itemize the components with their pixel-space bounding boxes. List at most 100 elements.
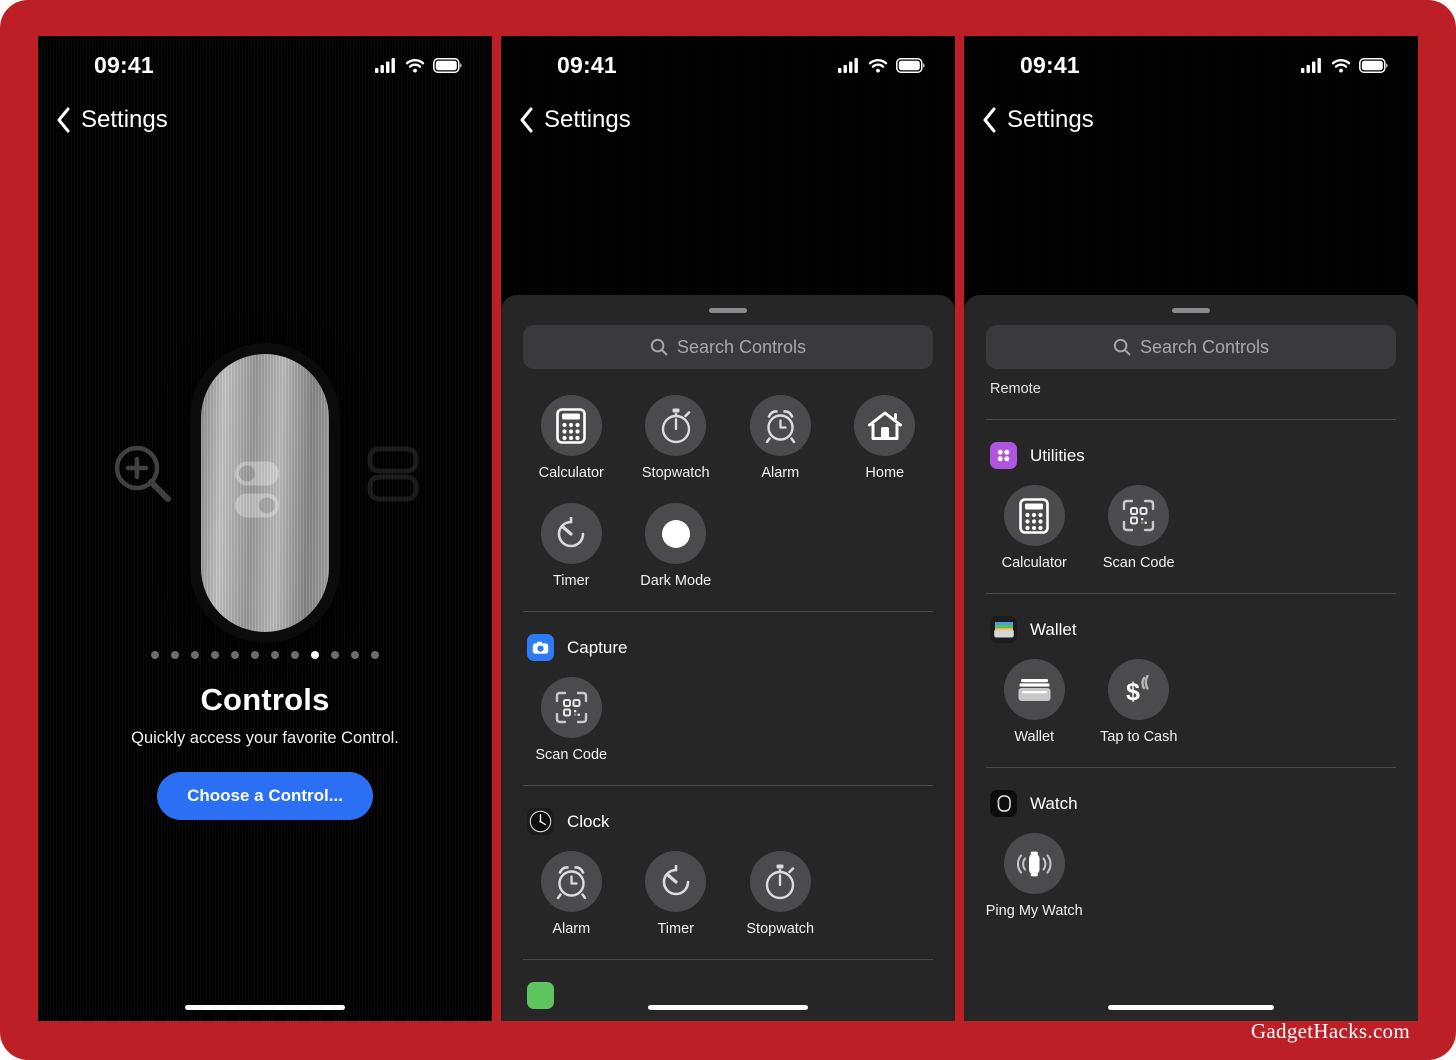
control-tile-scan-code[interactable]: Scan Code: [1087, 469, 1192, 571]
page-dot[interactable]: [271, 651, 279, 659]
cellular-signal-icon: [1301, 57, 1321, 73]
ping-watch-icon: [1003, 833, 1065, 894]
control-label: Timer: [552, 573, 590, 589]
back-button-label[interactable]: Settings: [1007, 106, 1094, 134]
control-tile-alarm[interactable]: Alarm: [728, 379, 833, 481]
watch-app-icon: [990, 790, 1017, 817]
back-button-label[interactable]: Settings: [544, 106, 631, 134]
section-title: Watch: [1030, 793, 1078, 813]
page-dot[interactable]: [231, 651, 239, 659]
wifi-icon: [1331, 58, 1351, 72]
utilities-app-icon: [990, 442, 1017, 469]
status-icons: [375, 57, 462, 73]
control-tile-stopwatch[interactable]: Stopwatch: [624, 379, 729, 481]
phone-screenshots-row: 09:41 Settings Controls Quickly access y…: [38, 36, 1418, 1021]
status-icons: [838, 57, 925, 73]
sheet-grabber[interactable]: [1172, 308, 1210, 313]
choose-a-control-button[interactable]: Choose a Control...: [157, 772, 373, 820]
phone-panel-controls-gallery: 09:41 Settings Search Controls Calculato…: [501, 36, 955, 1021]
control-tile-stopwatch[interactable]: Stopwatch: [728, 835, 833, 937]
control-label: Tap to Cash: [1100, 729, 1178, 745]
gallery-scroll-area[interactable]: Remote Utilities Calculator Scan Code Wa…: [964, 379, 1418, 1021]
dark-mode-icon: [645, 503, 707, 564]
phone-panel-controls-intro: 09:41 Settings Controls Quickly access y…: [38, 36, 492, 1021]
page-dots[interactable]: [38, 651, 492, 659]
shortcuts-layers-icon: [360, 441, 430, 514]
control-label: Calculator: [1001, 555, 1067, 571]
chevron-left-icon[interactable]: [56, 107, 71, 133]
timer-icon: [645, 851, 707, 912]
section-header-connectivity: [501, 960, 955, 1009]
nav-bar[interactable]: Settings: [964, 94, 1418, 146]
status-time: 09:41: [94, 51, 154, 78]
magnifier-plus-icon: [110, 441, 176, 512]
wallet-controls-grid: Wallet $ Tap to Cash: [964, 643, 1418, 745]
toggles-icon: [233, 460, 297, 527]
search-input[interactable]: Search Controls: [523, 325, 933, 369]
control-tile-alarm[interactable]: Alarm: [519, 835, 624, 937]
page-title: Controls: [200, 682, 330, 717]
section-title: Utilities: [1030, 445, 1085, 465]
calculator-icon: [540, 395, 602, 456]
sheet-grabber[interactable]: [709, 308, 747, 313]
control-tile-tap-to-cash[interactable]: $ Tap to Cash: [1087, 643, 1192, 745]
nav-bar[interactable]: Settings: [38, 94, 492, 146]
nav-bar[interactable]: Settings: [501, 94, 955, 146]
site-watermark: GadgetHacks.com: [1250, 1019, 1410, 1043]
status-icons: [1301, 57, 1388, 73]
control-tile-dark-mode[interactable]: Dark Mode: [624, 487, 729, 589]
control-tile-home[interactable]: Home: [833, 379, 938, 481]
alarm-clock-icon: [540, 851, 602, 912]
page-dot[interactable]: [191, 651, 199, 659]
search-input[interactable]: Search Controls: [986, 325, 1396, 369]
page-dot[interactable]: [211, 651, 219, 659]
home-indicator: [648, 1005, 808, 1010]
control-tile-scan-code[interactable]: Scan Code: [519, 661, 624, 763]
page-dot[interactable]: [351, 651, 359, 659]
camera-app-icon: [527, 634, 554, 661]
back-button-label[interactable]: Settings: [81, 106, 168, 134]
qr-scan-icon: [1108, 485, 1170, 546]
page-dot[interactable]: [151, 651, 159, 659]
gallery-scroll-area[interactable]: Calculator Stopwatch Alarm Home Timer Da…: [501, 379, 955, 1021]
search-icon: [650, 338, 668, 356]
control-tile-wallet[interactable]: Wallet: [982, 643, 1087, 745]
control-tile-ping-my-watch[interactable]: Ping My Watch: [982, 817, 1087, 919]
svg-text:$: $: [1126, 678, 1140, 706]
control-tile-calculator[interactable]: Calculator: [519, 379, 624, 481]
control-label: Scan Code: [1102, 555, 1175, 571]
chevron-left-icon[interactable]: [982, 107, 997, 133]
control-label: Timer: [657, 921, 694, 937]
search-placeholder: Search Controls: [676, 336, 807, 357]
partial-control-label-remote: Remote: [990, 381, 1041, 397]
control-label: Home: [865, 465, 905, 481]
control-label: Stopwatch: [641, 465, 710, 481]
stopwatch-icon: [645, 395, 707, 456]
top-controls-grid: Calculator Stopwatch Alarm Home Timer Da…: [501, 379, 955, 589]
control-tile-timer[interactable]: Timer: [624, 835, 729, 937]
control-label: Stopwatch: [746, 921, 815, 937]
status-bar: 09:41: [501, 36, 955, 94]
page-dot-active[interactable]: [311, 651, 319, 659]
page-dot[interactable]: [251, 651, 259, 659]
hero-text-block: Controls Quickly access your favorite Co…: [38, 682, 492, 820]
controls-capsule-graphic: [201, 354, 329, 632]
control-label: Scan Code: [535, 747, 608, 763]
controls-gallery-sheet: Search Controls Calculator Stopwatch Ala…: [501, 295, 955, 1021]
chevron-left-icon[interactable]: [519, 107, 534, 133]
control-label: Ping My Watch: [985, 903, 1083, 919]
section-header-capture: Capture: [501, 612, 955, 661]
dollar-contactless-icon: $: [1108, 659, 1170, 720]
page-dot[interactable]: [291, 651, 299, 659]
page-subtitle: Quickly access your favorite Control.: [131, 729, 399, 747]
page-dot[interactable]: [371, 651, 379, 659]
control-tile-calculator[interactable]: Calculator: [982, 469, 1087, 571]
clock-controls-grid: Alarm Timer Stopwatch: [501, 835, 955, 937]
control-tile-timer[interactable]: Timer: [519, 487, 624, 589]
section-title: Wallet: [1030, 619, 1077, 639]
page-dot[interactable]: [331, 651, 339, 659]
phone-panel-controls-gallery-scrolled: 09:41 Settings Remote Utilities Calculat…: [964, 36, 1418, 1021]
page-dot[interactable]: [171, 651, 179, 659]
red-frame: 09:41 Settings Controls Quickly access y…: [0, 0, 1456, 1060]
clock-app-icon: [527, 808, 554, 835]
